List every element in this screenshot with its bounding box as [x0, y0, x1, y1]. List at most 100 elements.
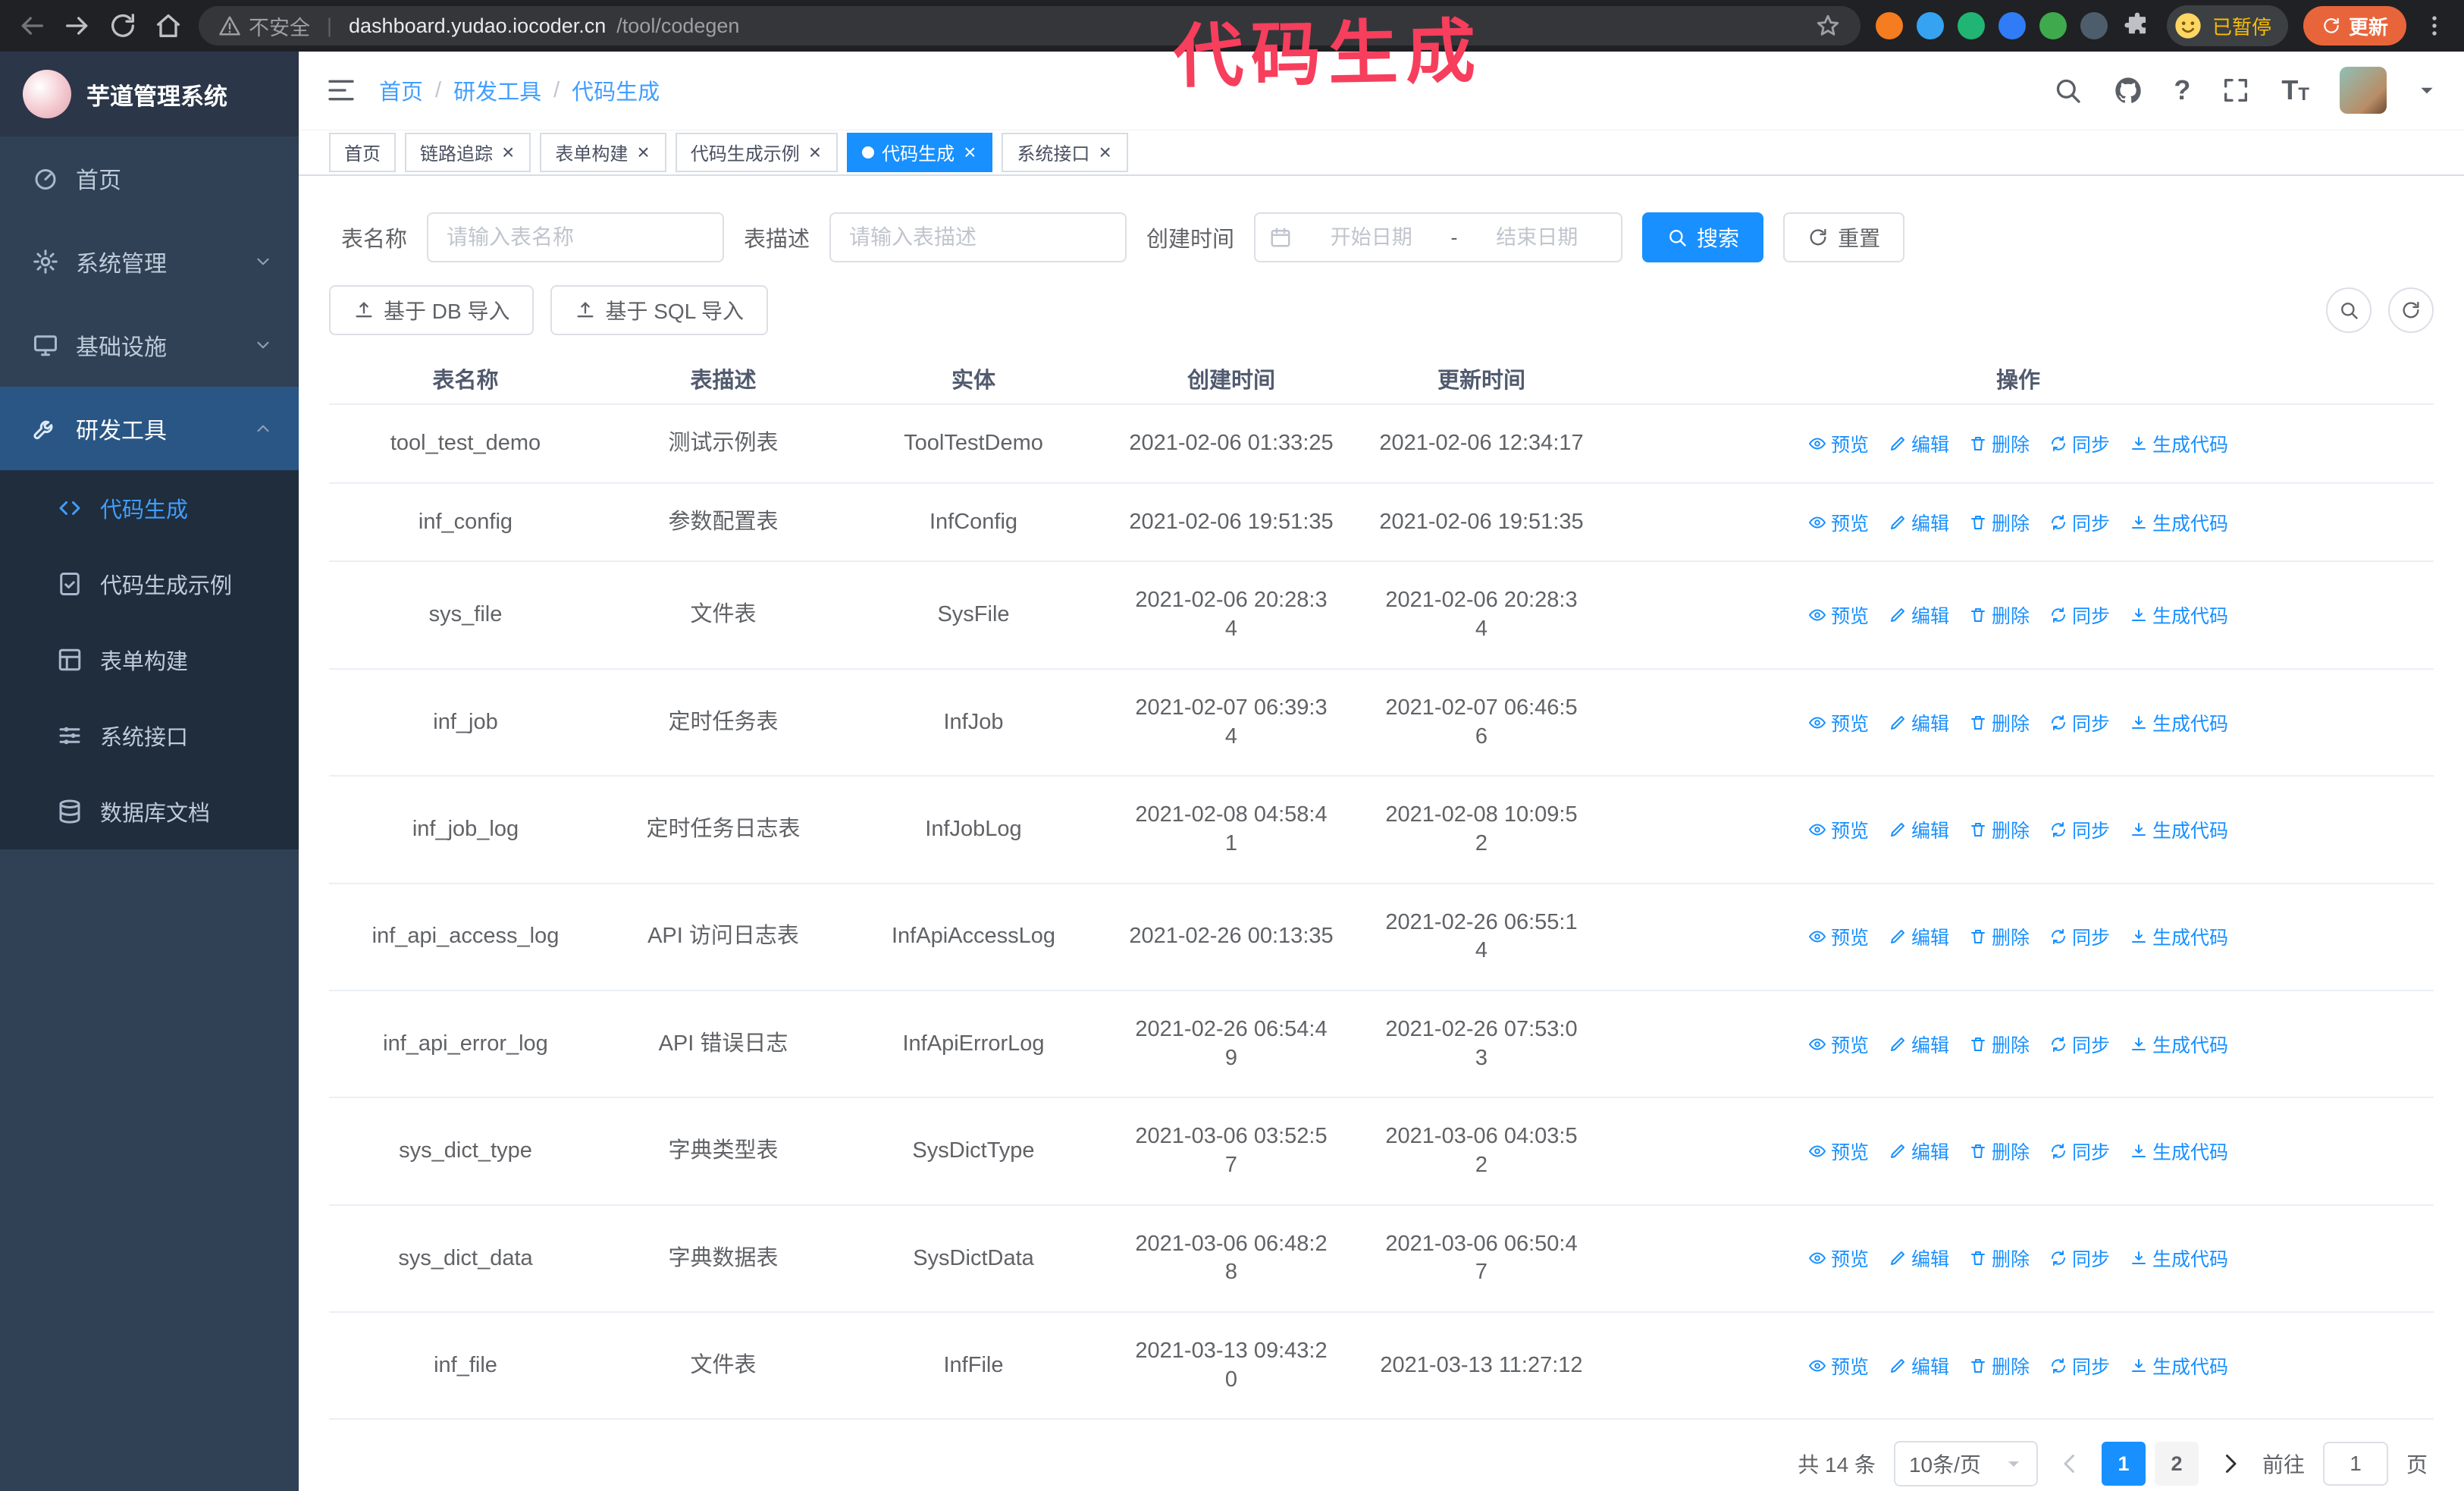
extensions-puzzle-icon[interactable] [2123, 11, 2152, 40]
tab-api[interactable]: 系统接口 × [1002, 132, 1128, 172]
preview-link[interactable]: 预览 [1808, 1031, 1869, 1058]
github-icon[interactable] [2113, 75, 2143, 105]
delete-link[interactable]: 删除 [1969, 509, 2030, 536]
delete-link[interactable]: 删除 [1969, 709, 2030, 736]
sync-link[interactable]: 同步 [2049, 816, 2110, 843]
extension-icon-teal[interactable] [2039, 12, 2067, 39]
font-size-icon[interactable]: TT [2281, 77, 2309, 104]
goto-page-input[interactable] [2322, 1442, 2388, 1486]
reset-button[interactable]: 重置 [1783, 212, 1905, 263]
extension-icon-dark[interactable] [2080, 12, 2108, 39]
preview-link[interactable]: 预览 [1808, 601, 1869, 629]
update-button[interactable]: 更新 [2303, 6, 2406, 46]
home-button[interactable] [153, 11, 183, 41]
edit-link[interactable]: 编辑 [1889, 601, 1949, 629]
column-header[interactable]: 表名称 [329, 353, 602, 403]
tab-codegen[interactable]: 代码生成 × [847, 132, 993, 172]
create-time-range-picker[interactable]: - [1254, 212, 1623, 263]
delete-link[interactable]: 删除 [1969, 1245, 2030, 1272]
chrome-menu-icon[interactable] [2422, 13, 2447, 39]
sidebar-item-infra[interactable]: 基础设施 [0, 303, 299, 387]
edit-link[interactable]: 编辑 [1889, 816, 1949, 843]
back-button[interactable] [17, 11, 47, 41]
preview-link[interactable]: 预览 [1808, 430, 1869, 457]
column-header[interactable]: 实体 [845, 353, 1102, 403]
generate-code-link[interactable]: 生成代码 [2130, 1138, 2228, 1165]
import-db-button[interactable]: 基于 DB 导入 [329, 285, 534, 336]
sync-link[interactable]: 同步 [2049, 1031, 2110, 1058]
page-button-1[interactable]: 1 [2101, 1442, 2146, 1486]
edit-link[interactable]: 编辑 [1889, 1031, 1949, 1058]
sync-link[interactable]: 同步 [2049, 1245, 2110, 1272]
page-size-select[interactable]: 10条/页 [1893, 1441, 2038, 1487]
generate-code-link[interactable]: 生成代码 [2130, 1245, 2228, 1272]
user-avatar[interactable] [2340, 67, 2387, 115]
next-page-button[interactable] [2217, 1450, 2244, 1477]
edit-link[interactable]: 编辑 [1889, 923, 1949, 950]
close-icon[interactable]: × [1097, 141, 1112, 163]
edit-link[interactable]: 编辑 [1889, 709, 1949, 736]
generate-code-link[interactable]: 生成代码 [2130, 1031, 2228, 1058]
column-header[interactable]: 操作 [1603, 353, 2434, 403]
chevron-down-icon[interactable] [2417, 80, 2437, 100]
sync-link[interactable]: 同步 [2049, 923, 2110, 950]
tab-codegen-example[interactable]: 代码生成示例 × [675, 132, 839, 172]
sidebar-item-form-build[interactable]: 表单构建 [0, 622, 299, 698]
end-date-input[interactable] [1466, 225, 1608, 250]
delete-link[interactable]: 删除 [1969, 816, 2030, 843]
preview-link[interactable]: 预览 [1808, 1138, 1869, 1165]
delete-link[interactable]: 删除 [1969, 430, 2030, 457]
close-icon[interactable]: × [807, 141, 823, 163]
preview-link[interactable]: 预览 [1808, 1352, 1869, 1380]
page-button-2[interactable]: 2 [2154, 1442, 2199, 1486]
delete-link[interactable]: 删除 [1969, 1031, 2030, 1058]
column-header[interactable]: 创建时间 [1102, 353, 1360, 403]
sidebar-item-api[interactable]: 系统接口 [0, 698, 299, 774]
preview-link[interactable]: 预览 [1808, 1245, 1869, 1272]
sidebar-item-db-doc[interactable]: 数据库文档 [0, 774, 299, 849]
import-sql-button[interactable]: 基于 SQL 导入 [550, 285, 769, 336]
sidebar-item-home[interactable]: 首页 [0, 137, 299, 220]
start-date-input[interactable] [1301, 225, 1442, 250]
column-header[interactable]: 更新时间 [1360, 353, 1603, 403]
sidebar-item-codegen[interactable]: 代码生成 [0, 470, 299, 546]
sync-link[interactable]: 同步 [2049, 430, 2110, 457]
logo[interactable]: 芋道管理系统 [0, 52, 299, 137]
close-icon[interactable]: × [962, 141, 977, 163]
generate-code-link[interactable]: 生成代码 [2130, 430, 2228, 457]
edit-link[interactable]: 编辑 [1889, 430, 1949, 457]
preview-link[interactable]: 预览 [1808, 509, 1869, 536]
help-icon[interactable]: ? [2174, 74, 2190, 106]
tab-tracer[interactable]: 链路追踪 × [405, 132, 531, 172]
tab-form-build[interactable]: 表单构建 × [540, 132, 666, 172]
sidebar-item-dev-tools[interactable]: 研发工具 [0, 387, 299, 470]
breadcrumb-item[interactable]: 代码生成 [572, 74, 660, 106]
delete-link[interactable]: 删除 [1969, 601, 2030, 629]
generate-code-link[interactable]: 生成代码 [2130, 601, 2228, 629]
extension-icon-people[interactable] [1998, 12, 2026, 39]
table-name-input[interactable] [427, 212, 725, 263]
breadcrumb-item[interactable]: 研发工具 [453, 74, 541, 106]
close-icon[interactable]: × [500, 141, 516, 163]
generate-code-link[interactable]: 生成代码 [2130, 509, 2228, 536]
delete-link[interactable]: 删除 [1969, 923, 2030, 950]
reload-button[interactable] [108, 11, 138, 41]
generate-code-link[interactable]: 生成代码 [2130, 709, 2228, 736]
sync-link[interactable]: 同步 [2049, 601, 2110, 629]
hamburger-icon[interactable] [326, 75, 356, 105]
extension-icon-blue-drop[interactable] [1916, 12, 1944, 39]
sync-link[interactable]: 同步 [2049, 1352, 2110, 1380]
profile-chip[interactable]: 已暂停 [2166, 5, 2288, 46]
delete-link[interactable]: 删除 [1969, 1352, 2030, 1380]
sync-link[interactable]: 同步 [2049, 509, 2110, 536]
column-header[interactable]: 表描述 [602, 353, 845, 403]
extension-icon-orange[interactable] [1875, 12, 1903, 39]
search-icon[interactable] [2052, 75, 2083, 105]
edit-link[interactable]: 编辑 [1889, 1352, 1949, 1380]
sync-link[interactable]: 同步 [2049, 709, 2110, 736]
edit-link[interactable]: 编辑 [1889, 509, 1949, 536]
forward-button[interactable] [62, 11, 92, 41]
url-bar[interactable]: 不安全 | dashboard.yudao.iocoder.cn/tool/co… [199, 6, 1861, 46]
delete-link[interactable]: 删除 [1969, 1138, 2030, 1165]
toggle-search-button[interactable] [2326, 287, 2372, 334]
